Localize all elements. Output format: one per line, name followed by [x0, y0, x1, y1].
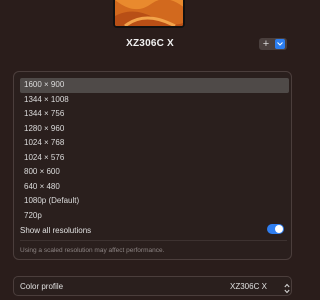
up-down-chevron-icon[interactable]	[284, 281, 290, 294]
chevron-down-icon[interactable]	[275, 39, 285, 49]
display-name: XZ306C X	[126, 38, 174, 49]
toggle-knob	[275, 225, 283, 233]
plus-icon: +	[262, 38, 270, 50]
resolution-item[interactable]: 1344 × 756	[20, 107, 289, 122]
resolution-item[interactable]: 800 × 600	[20, 165, 289, 180]
resolution-item[interactable]: 1080p (Default)	[20, 194, 289, 209]
resolution-item[interactable]: 1280 × 960	[20, 122, 289, 137]
color-profile-label: Color profile	[20, 282, 64, 291]
add-display-button[interactable]: +	[259, 38, 287, 50]
performance-note: Using a scaled resolution may affect per…	[20, 247, 165, 254]
divider	[20, 240, 287, 241]
resolution-item[interactable]: 720p	[20, 209, 289, 224]
wallpaper-image	[115, 0, 183, 26]
resolution-item[interactable]: 640 × 480	[20, 180, 289, 195]
resolution-panel: 1600 × 900 1344 × 1008 1344 × 756 1280 ×…	[13, 71, 292, 260]
display-thumbnail	[113, 0, 185, 28]
show-all-resolutions-toggle[interactable]	[267, 224, 284, 234]
resolution-item[interactable]: 1024 × 768	[20, 136, 289, 151]
resolution-item-selected[interactable]: 1600 × 900	[20, 78, 289, 93]
show-all-resolutions-label: Show all resolutions	[20, 226, 92, 235]
resolution-item[interactable]: 1024 × 576	[20, 151, 289, 166]
color-profile-select[interactable]: XZ306C X	[230, 282, 267, 291]
resolution-list: 1600 × 900 1344 × 1008 1344 × 756 1280 ×…	[20, 78, 289, 223]
color-profile-row: Color profile XZ306C X	[13, 276, 292, 296]
resolution-item[interactable]: 1344 × 1008	[20, 93, 289, 108]
